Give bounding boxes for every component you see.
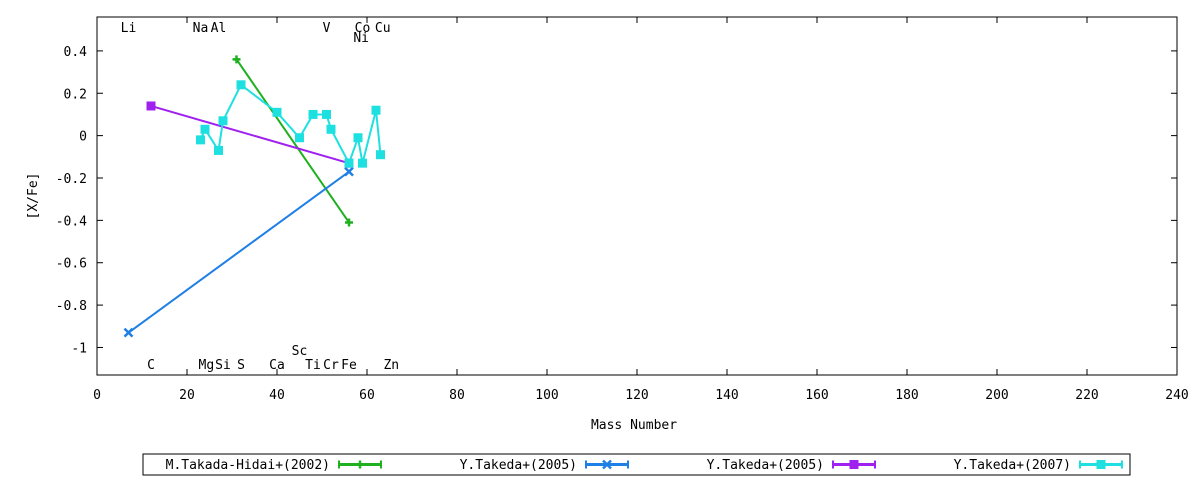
plot-frame <box>96 16 1178 376</box>
element-label-bottom: Ti <box>305 358 321 373</box>
y-tick-labels: 0.4 0.2 0 -0.2 -0.4 -0.6 -0.8 -1 <box>56 45 87 357</box>
data-point <box>146 101 156 111</box>
y-tick-label: 0.4 <box>64 45 88 60</box>
x-tick-label: 240 <box>1165 388 1188 403</box>
y-tick-label: -0.2 <box>56 172 87 187</box>
element-label-bottom: Si <box>215 358 231 373</box>
series-group <box>123 55 385 338</box>
x-tick-label: 20 <box>179 388 195 403</box>
element-labels: Li Na Al V Co CuNiC Mg Si S Ca Ti Cr Fe ZnSc <box>121 21 399 373</box>
data-point <box>308 109 318 119</box>
x-tick-label: 200 <box>985 388 1008 403</box>
element-label-bottom: Cr <box>323 358 339 373</box>
y-tick-label: 0 <box>79 130 87 145</box>
y-tick-label: -0.4 <box>56 214 87 229</box>
y-tick-label: -1 <box>71 341 87 356</box>
element-label-top: Na <box>193 21 209 36</box>
element-label-bottom: Zn <box>383 358 399 373</box>
legend-marker <box>356 460 364 469</box>
x-tick-label: 160 <box>805 388 828 403</box>
y-axis-label: [X/Fe] <box>26 173 41 220</box>
data-point <box>272 107 282 117</box>
series-1 <box>123 166 354 338</box>
element-label-bottom: S <box>237 358 245 373</box>
element-label-bottom: Ca <box>269 358 285 373</box>
series-3 <box>196 80 385 168</box>
element-label-top: Al <box>211 21 227 36</box>
element-label-bottom: Fe <box>341 358 357 373</box>
legend-label: M.Takada-Hidai+(2002) <box>166 458 330 473</box>
y-tick-label: -0.6 <box>56 257 87 272</box>
x-tick-label: 180 <box>895 388 918 403</box>
element-label-bottom: Sc <box>292 344 308 359</box>
series-line <box>127 170 350 334</box>
x-tick-label: 0 <box>93 388 101 403</box>
data-point <box>358 158 367 168</box>
x-tick-label: 220 <box>1075 388 1098 403</box>
legend-marker <box>849 460 859 469</box>
data-point <box>236 80 246 90</box>
x-tick-label: 80 <box>449 388 465 403</box>
y-tick-label: 0.2 <box>64 87 87 102</box>
data-point <box>376 150 385 160</box>
element-label-top: V <box>323 21 331 36</box>
data-point <box>196 135 205 145</box>
x-tick-label: 60 <box>359 388 375 403</box>
x-tick-label: 120 <box>625 388 648 403</box>
data-point <box>123 327 134 338</box>
x-tick-label: 100 <box>535 388 558 403</box>
element-label-bottom: Mg <box>199 358 215 373</box>
data-point <box>218 116 228 126</box>
data-point <box>344 166 354 177</box>
data-point <box>344 158 354 168</box>
data-point <box>322 109 331 119</box>
data-point <box>326 124 336 134</box>
x-tick-label: 40 <box>269 388 285 403</box>
series-0 <box>232 55 353 227</box>
series-line <box>235 58 350 224</box>
legend: M.Takada-Hidai+(2002) Y.Takeda+(2005) Y.Ta… <box>166 458 1123 473</box>
legend-marker <box>1096 460 1106 469</box>
x-tick-label: 140 <box>715 388 738 403</box>
data-point <box>214 145 223 155</box>
legend-label: Y.Takeda+(2005) <box>707 458 824 473</box>
legend-label: Y.Takeda+(2007) <box>954 458 1071 473</box>
element-label-top: Ni <box>353 31 369 46</box>
data-point <box>200 124 210 134</box>
legend-label: Y.Takeda+(2005) <box>460 458 577 473</box>
element-label-top: Li <box>121 21 137 36</box>
x-axis-label: Mass Number <box>591 418 677 433</box>
data-point <box>353 133 363 143</box>
element-label-bottom: C <box>147 358 155 373</box>
element-label-top: Cu <box>375 21 391 36</box>
chart: 0 20 40 60 80 100 120 140 160 180 200 220 240 0.4 0.2… <box>26 16 1189 476</box>
data-point <box>371 105 381 115</box>
data-point <box>295 133 304 143</box>
y-tick-label: -0.8 <box>56 299 87 314</box>
axis-ticks <box>96 17 1178 375</box>
x-tick-labels: 0 20 40 60 80 100 120 140 160 180 200 220 240 <box>93 388 1189 403</box>
